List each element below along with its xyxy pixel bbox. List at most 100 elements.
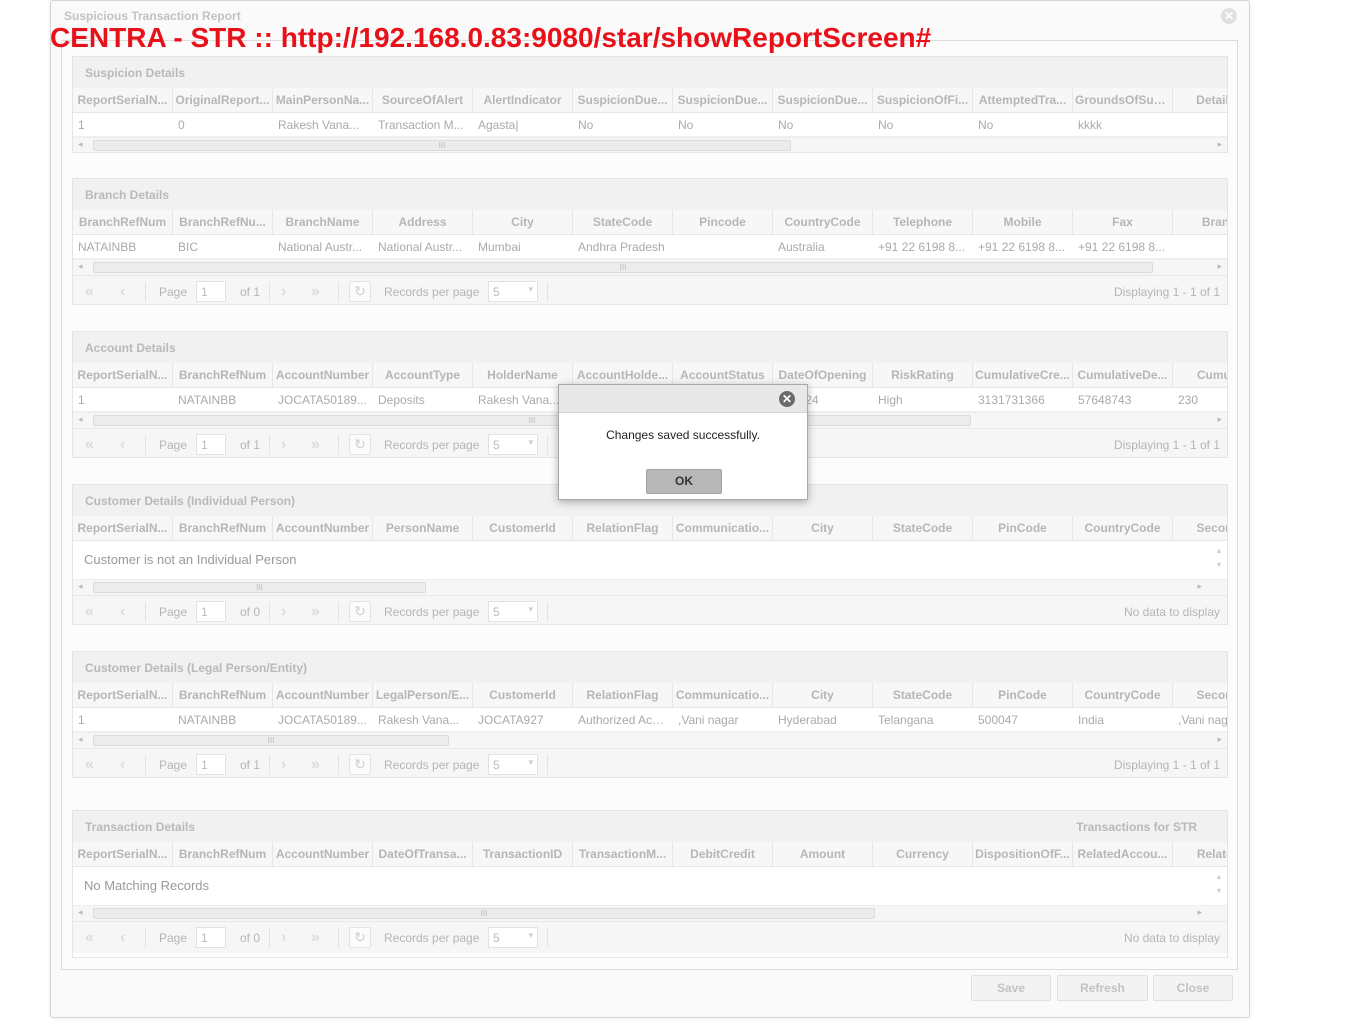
column-header[interactable]: Communicatio... bbox=[673, 516, 773, 540]
column-header[interactable]: AlertIndicator bbox=[473, 88, 573, 112]
column-header[interactable]: ReportSerialN... bbox=[73, 683, 173, 707]
scroll-right-icon[interactable]: ▸ bbox=[1217, 734, 1222, 745]
vertical-scrollbar[interactable]: ▴ ▾ bbox=[1217, 544, 1221, 572]
dialog-close-icon[interactable]: ✕ bbox=[779, 391, 795, 407]
column-header[interactable]: TransactionM... bbox=[573, 842, 673, 866]
column-header[interactable]: PinCode bbox=[973, 683, 1073, 707]
page-input[interactable]: 1 bbox=[196, 281, 226, 302]
scroll-thumb[interactable]: III bbox=[93, 908, 875, 919]
refresh-icon[interactable]: ↻ bbox=[349, 281, 371, 302]
refresh-icon[interactable]: ↻ bbox=[349, 601, 371, 622]
table-row[interactable]: 1 0 Rakesh Vana... Transaction M... Agasta| N… bbox=[73, 113, 1227, 137]
column-header[interactable]: AccountNumber bbox=[273, 683, 373, 707]
next-page-icon[interactable]: › bbox=[281, 929, 286, 947]
scroll-right-icon[interactable]: ▸ bbox=[1217, 139, 1222, 150]
scroll-left-icon[interactable]: ◂ bbox=[78, 581, 83, 592]
column-header[interactable]: StateCode bbox=[873, 516, 973, 540]
column-header[interactable]: CountryCode bbox=[1073, 683, 1173, 707]
column-header[interactable]: RiskRating bbox=[873, 363, 973, 387]
column-header[interactable]: PersonName bbox=[373, 516, 473, 540]
column-header[interactable]: StateCode bbox=[573, 210, 673, 234]
page-input[interactable]: 1 bbox=[196, 601, 226, 622]
ok-button[interactable]: OK bbox=[646, 469, 722, 494]
horizontal-scrollbar[interactable]: ◂ III ▸ bbox=[73, 905, 1227, 921]
column-header[interactable]: Fax bbox=[1073, 210, 1173, 234]
table-row[interactable]: 1 NATAINBB JOCATA50189... Rakesh Vana... JOC… bbox=[73, 708, 1227, 732]
next-page-icon[interactable]: › bbox=[281, 603, 286, 621]
column-header[interactable]: SecondA bbox=[1173, 683, 1227, 707]
column-header[interactable]: Currency bbox=[873, 842, 973, 866]
column-header[interactable]: Telephone bbox=[873, 210, 973, 234]
last-page-icon[interactable]: » bbox=[311, 436, 320, 454]
column-header[interactable]: PinCode bbox=[973, 516, 1073, 540]
horizontal-scrollbar[interactable]: ◂ III ▸ bbox=[73, 137, 1227, 152]
scroll-right-icon[interactable]: ▸ bbox=[1197, 581, 1202, 592]
first-page-icon[interactable]: « bbox=[85, 283, 94, 301]
column-header[interactable]: CountryCode bbox=[1073, 516, 1173, 540]
column-header[interactable]: MainPersonNa... bbox=[273, 88, 373, 112]
column-header[interactable]: AccountType bbox=[373, 363, 473, 387]
column-header[interactable]: BranchRefNum bbox=[173, 842, 273, 866]
prev-page-icon[interactable]: ‹ bbox=[120, 929, 125, 947]
column-header[interactable]: GroundsOfSus... bbox=[1073, 88, 1173, 112]
column-header[interactable]: SuspicionOfFi... bbox=[873, 88, 973, 112]
column-header[interactable]: BranchRefNum bbox=[173, 683, 273, 707]
column-header[interactable]: Cumulati bbox=[1173, 363, 1227, 387]
column-header[interactable]: StateCode bbox=[873, 683, 973, 707]
column-header[interactable]: BranchRefNu... bbox=[173, 210, 273, 234]
column-header[interactable]: DispositionOfF... bbox=[973, 842, 1073, 866]
column-header[interactable]: Mobile bbox=[973, 210, 1073, 234]
vertical-scrollbar[interactable]: ▴ ▾ bbox=[1217, 870, 1221, 898]
scroll-left-icon[interactable]: ◂ bbox=[78, 414, 83, 425]
column-header[interactable]: ReportSerialN... bbox=[73, 363, 173, 387]
column-header[interactable]: OriginalReport... bbox=[173, 88, 273, 112]
records-per-page-select[interactable]: 5 ▾ bbox=[488, 281, 538, 302]
next-page-icon[interactable]: › bbox=[281, 283, 286, 301]
close-button[interactable]: Close bbox=[1153, 975, 1233, 1001]
column-header[interactable]: ReportSerialN... bbox=[73, 842, 173, 866]
column-header[interactable]: TransactionID bbox=[473, 842, 573, 866]
horizontal-scrollbar[interactable]: ◂ III ▸ bbox=[73, 259, 1227, 275]
scroll-left-icon[interactable]: ◂ bbox=[78, 139, 83, 150]
column-header[interactable]: BranchRefNum bbox=[173, 516, 273, 540]
column-header[interactable]: City bbox=[473, 210, 573, 234]
scroll-left-icon[interactable]: ◂ bbox=[78, 734, 83, 745]
column-header[interactable]: CustomerId bbox=[473, 516, 573, 540]
column-header[interactable]: CustomerId bbox=[473, 683, 573, 707]
column-header[interactable]: Address bbox=[373, 210, 473, 234]
column-header[interactable]: SuspicionDue... bbox=[773, 88, 873, 112]
scroll-left-icon[interactable]: ◂ bbox=[78, 907, 83, 918]
last-page-icon[interactable]: » bbox=[311, 756, 320, 774]
refresh-icon[interactable]: ↻ bbox=[349, 434, 371, 455]
scroll-right-icon[interactable]: ▸ bbox=[1197, 907, 1202, 918]
scroll-up-icon[interactable]: ▴ bbox=[1217, 544, 1221, 558]
column-header[interactable]: CumulativeCre... bbox=[973, 363, 1073, 387]
scroll-thumb[interactable]: III bbox=[93, 262, 1153, 273]
horizontal-scrollbar[interactable]: ◂ III ▸ bbox=[73, 579, 1227, 595]
last-page-icon[interactable]: » bbox=[311, 603, 320, 621]
records-per-page-select[interactable]: 5 ▾ bbox=[488, 754, 538, 775]
column-header[interactable]: Communicatio... bbox=[673, 683, 773, 707]
prev-page-icon[interactable]: ‹ bbox=[120, 756, 125, 774]
first-page-icon[interactable]: « bbox=[85, 436, 94, 454]
column-header[interactable]: SecondA bbox=[1173, 516, 1227, 540]
last-page-icon[interactable]: » bbox=[311, 283, 320, 301]
column-header[interactable]: DebitCredit bbox=[673, 842, 773, 866]
column-header[interactable]: AccountNumber bbox=[273, 842, 373, 866]
column-header[interactable]: RelatedAccou... bbox=[1073, 842, 1173, 866]
column-header[interactable]: Pincode bbox=[673, 210, 773, 234]
column-header[interactable]: Branch bbox=[1173, 210, 1227, 234]
column-header[interactable]: ReportSerialN... bbox=[73, 88, 173, 112]
column-header[interactable]: DetailsOf bbox=[1173, 88, 1227, 112]
column-header[interactable]: BranchRefNum bbox=[73, 210, 173, 234]
prev-page-icon[interactable]: ‹ bbox=[120, 603, 125, 621]
last-page-icon[interactable]: » bbox=[311, 929, 320, 947]
scroll-left-icon[interactable]: ◂ bbox=[78, 261, 83, 272]
window-close-icon[interactable]: ✕ bbox=[1221, 8, 1237, 24]
column-header[interactable]: SuspicionDue... bbox=[673, 88, 773, 112]
next-page-icon[interactable]: › bbox=[281, 756, 286, 774]
column-header[interactable]: RelationFlag bbox=[573, 516, 673, 540]
column-header[interactable]: SourceOfAlert bbox=[373, 88, 473, 112]
column-header[interactable]: AccountNumber bbox=[273, 363, 373, 387]
column-header[interactable]: City bbox=[773, 683, 873, 707]
